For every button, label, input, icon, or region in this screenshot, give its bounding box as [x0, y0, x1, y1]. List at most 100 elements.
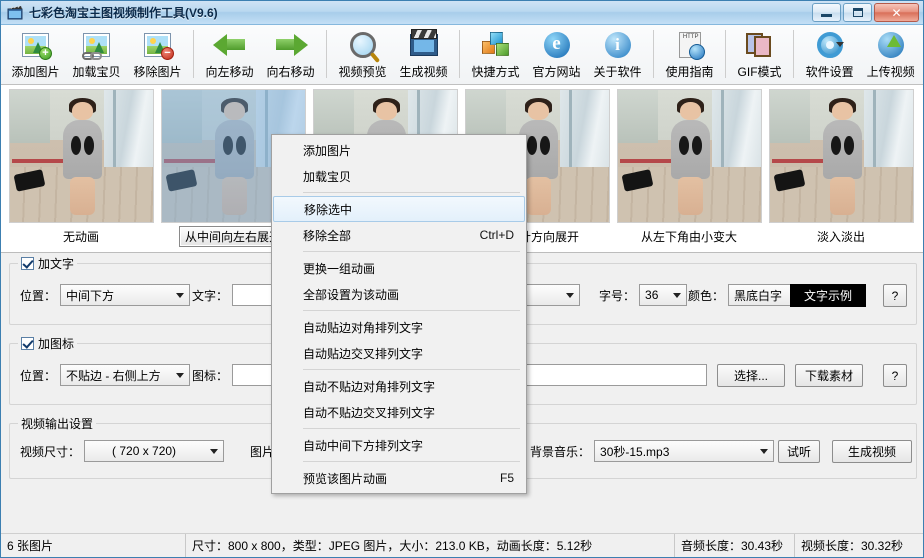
filmstrip-icon	[745, 30, 774, 60]
menu-item-auto-edge-diagonal-text[interactable]: 自动贴边对角排列文字	[272, 314, 526, 340]
clapperboard-icon	[409, 29, 438, 60]
video-output-title: 视频输出设置	[18, 415, 97, 432]
music-select[interactable]: 30秒-15.mp3	[594, 440, 775, 462]
menu-item-remove-selected[interactable]: 移除选中	[273, 196, 525, 222]
toolbar-label: 使用指南	[665, 65, 714, 79]
toolbar-button-settings[interactable]: 软件设置	[799, 28, 860, 82]
toolbar-label: 软件设置	[805, 65, 854, 79]
context-menu[interactable]: 添加图片 加载宝贝 移除选中 移除全部 Ctrl+D 更换一组动画 全部设置为该…	[271, 134, 527, 494]
ie-browser-icon: e	[543, 30, 570, 60]
generate-row: 生成视频	[832, 440, 912, 463]
toolbar-label: 关于软件	[593, 65, 642, 79]
menu-separator	[303, 251, 520, 252]
toolbar-label: 加载宝贝	[72, 65, 121, 79]
upload-globe-icon	[877, 30, 904, 60]
menu-item-change-animation-set[interactable]: 更换一组动画	[272, 255, 526, 281]
add-text-label: 加文字	[38, 257, 75, 271]
video-size-row: 视频尺寸： ( 720 x 720)	[20, 440, 225, 462]
icon-download-button[interactable]: 下载素材	[795, 364, 863, 387]
audition-button[interactable]: 试听	[778, 440, 820, 463]
close-button[interactable]: ✕	[874, 3, 919, 22]
toolbar-button-upload-video[interactable]: 上传视频	[860, 28, 921, 82]
text-overlay-title: 加文字	[18, 255, 78, 272]
add-text-checkbox[interactable]	[21, 257, 34, 270]
text-position-select[interactable]: 中间下方	[60, 284, 191, 306]
thumbnail-item[interactable]: 从左下角由小变大	[615, 89, 763, 245]
menu-item-add-photo[interactable]: 添加图片	[272, 137, 526, 163]
magnifier-icon	[349, 30, 376, 60]
http-document-icon	[678, 30, 705, 60]
icon-choose-row: 选择...	[717, 364, 785, 387]
toolbar-button-official-site[interactable]: e 官方网站	[526, 28, 587, 82]
window-title: 七彩色淘宝主图视频制作工具(V9.6)	[29, 6, 218, 20]
video-size-select[interactable]: ( 720 x 720)	[84, 440, 225, 462]
text-help-button[interactable]: ?	[883, 284, 907, 307]
maximize-button[interactable]	[843, 3, 872, 22]
menu-item-label: 全部设置为该动画	[303, 287, 400, 302]
text-position-value: 中间下方	[66, 288, 115, 303]
toolbar-separator	[793, 30, 795, 78]
status-image-info: 尺寸：800 x 800，类型：JPEG 图片，大小：213.0 KB，动画长度…	[186, 534, 675, 557]
icon-help-button[interactable]: ?	[883, 364, 907, 387]
text-position-row: 位置： 中间下方	[20, 284, 191, 306]
icon-download-row: 下载素材	[795, 364, 863, 387]
thumbnail-image[interactable]	[616, 89, 762, 223]
toolbar-button-generate-video[interactable]: 生成视频	[393, 28, 454, 82]
toolbar-label: 移除图片	[133, 65, 182, 79]
status-bar: 6 张图片 尺寸：800 x 800，类型：JPEG 图片，大小：213.0 K…	[1, 533, 923, 557]
menu-item-auto-center-bottom-text[interactable]: 自动中间下方排列文字	[272, 432, 526, 458]
toolbar-button-add-photo[interactable]: + 添加图片	[5, 28, 66, 82]
toolbar-label: 上传视频	[866, 65, 915, 79]
thumbnail-caption[interactable]: 从左下角由小变大	[641, 228, 737, 245]
menu-item-remove-all[interactable]: 移除全部 Ctrl+D	[272, 222, 526, 248]
toolbar-button-video-preview[interactable]: 视频预览	[332, 28, 393, 82]
icon-position-value: 不贴边 - 右侧上方	[66, 368, 161, 383]
icon-choose-button[interactable]: 选择...	[717, 364, 785, 387]
chevron-down-icon[interactable]	[835, 42, 844, 47]
add-icon-checkbox[interactable]	[21, 337, 34, 350]
text-size-row: 字号： 36	[599, 284, 688, 306]
menu-separator	[303, 461, 520, 462]
thumbnail-caption[interactable]: 淡入淡出	[817, 228, 865, 245]
icon-position-label: 位置：	[20, 368, 57, 383]
text-size-value: 36	[645, 288, 659, 302]
menu-item-accelerator: F5	[499, 471, 514, 485]
icon-position-select[interactable]: 不贴边 - 右侧上方	[60, 364, 191, 386]
thumbnail-item[interactable]: 淡入淡出	[767, 89, 915, 245]
menu-item-apply-animation-to-all[interactable]: 全部设置为该动画	[272, 281, 526, 307]
text-size-label: 字号：	[599, 288, 636, 303]
menu-item-label: 移除选中	[304, 202, 353, 217]
toolbar-button-move-left[interactable]: 向左移动	[199, 28, 260, 82]
menu-separator	[303, 192, 520, 193]
toolbar-button-gif-mode[interactable]: GIF模式	[731, 28, 788, 82]
toolbar-button-move-right[interactable]: 向右移动	[260, 28, 321, 82]
thumbnail-image[interactable]	[768, 89, 914, 223]
menu-item-label: 自动贴边交叉排列文字	[303, 346, 424, 361]
arrow-right-icon	[274, 30, 308, 60]
toolbar-button-remove-photo[interactable]: − 移除图片	[127, 28, 188, 82]
minimize-button[interactable]	[812, 3, 841, 22]
menu-item-load-item[interactable]: 加载宝贝	[272, 163, 526, 189]
status-image-count: 6 张图片	[1, 534, 186, 557]
thumbnail-item[interactable]: 无动画	[7, 89, 155, 245]
thumbnail-image[interactable]	[8, 89, 154, 223]
thumbnail-caption[interactable]: 无动画	[63, 228, 99, 245]
toolbar-label: 向右移动	[266, 65, 315, 79]
title-bar: 七彩色淘宝主图视频制作工具(V9.6) ✕	[1, 1, 923, 25]
toolbar-separator	[459, 30, 460, 78]
menu-item-auto-edge-cross-text[interactable]: 自动贴边交叉排列文字	[272, 340, 526, 366]
toolbar-button-shortcut[interactable]: 快捷方式	[465, 28, 526, 82]
menu-item-label: 更换一组动画	[303, 261, 376, 276]
video-size-value: ( 720 x 720)	[112, 444, 177, 458]
toolbar-button-user-guide[interactable]: 使用指南	[659, 28, 720, 82]
menu-item-auto-noedge-cross-text[interactable]: 自动不贴边交叉排列文字	[272, 399, 526, 425]
menu-item-preview-animation[interactable]: 预览该图片动画 F5	[272, 465, 526, 491]
generate-video-button[interactable]: 生成视频	[832, 440, 912, 463]
status-video-length: 视频长度：30.32秒	[801, 539, 904, 553]
menu-item-label: 自动不贴边对角排列文字	[303, 379, 436, 394]
toolbar-button-load-item[interactable]: 加载宝贝	[66, 28, 127, 82]
text-size-select[interactable]: 36	[639, 284, 688, 306]
menu-item-auto-noedge-diagonal-text[interactable]: 自动不贴边对角排列文字	[272, 373, 526, 399]
toolbar-button-about[interactable]: i 关于软件	[587, 28, 648, 82]
status-audio-length: 音频长度：30.43秒	[675, 534, 795, 557]
